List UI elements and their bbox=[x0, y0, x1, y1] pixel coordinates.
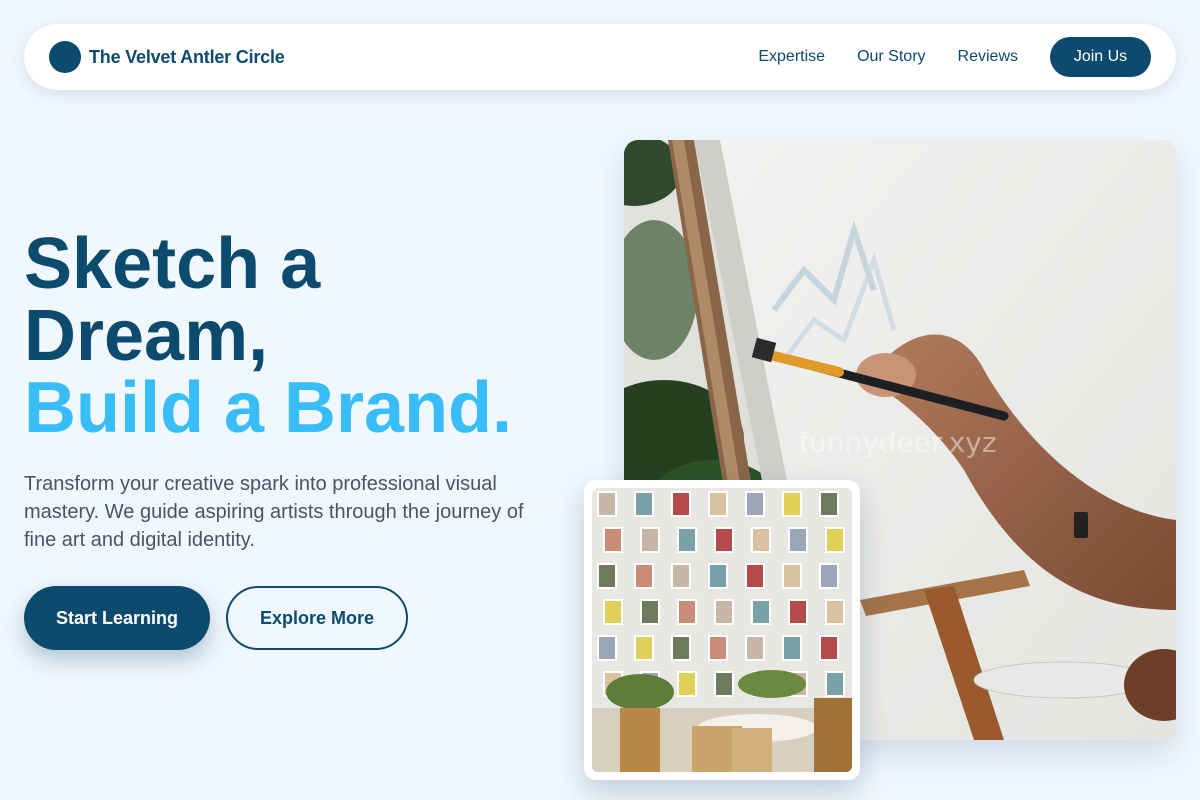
studio-image-card bbox=[584, 480, 860, 780]
explore-more-button[interactable]: Explore More bbox=[226, 586, 408, 650]
start-learning-button[interactable]: Start Learning bbox=[24, 586, 210, 650]
hero-title-line-1: Sketch a bbox=[24, 224, 321, 304]
nav-link-reviews[interactable]: Reviews bbox=[958, 48, 1018, 66]
nav-links: Expertise Our Story Reviews Join Us bbox=[758, 37, 1151, 77]
studio-image bbox=[592, 488, 852, 772]
studio-illustration bbox=[592, 488, 852, 772]
nav-link-our-story[interactable]: Our Story bbox=[857, 48, 925, 66]
top-navbar: The Velvet Antler Circle Expertise Our S… bbox=[24, 24, 1176, 90]
logo-icon[interactable] bbox=[49, 41, 81, 73]
hero-description: Transform your creative spark into profe… bbox=[24, 473, 524, 551]
join-us-button[interactable]: Join Us bbox=[1050, 37, 1151, 77]
hero-title-line-2: Dream, bbox=[24, 296, 269, 376]
hero-title-accent: Build a Brand. bbox=[24, 368, 513, 448]
watermark-text: funnydeer.xyz bbox=[799, 426, 997, 459]
nav-link-expertise[interactable]: Expertise bbox=[758, 48, 825, 66]
hero-title: Sketch a Dream, Build a Brand. bbox=[24, 228, 512, 444]
brand-name[interactable]: The Velvet Antler Circle bbox=[89, 47, 285, 68]
